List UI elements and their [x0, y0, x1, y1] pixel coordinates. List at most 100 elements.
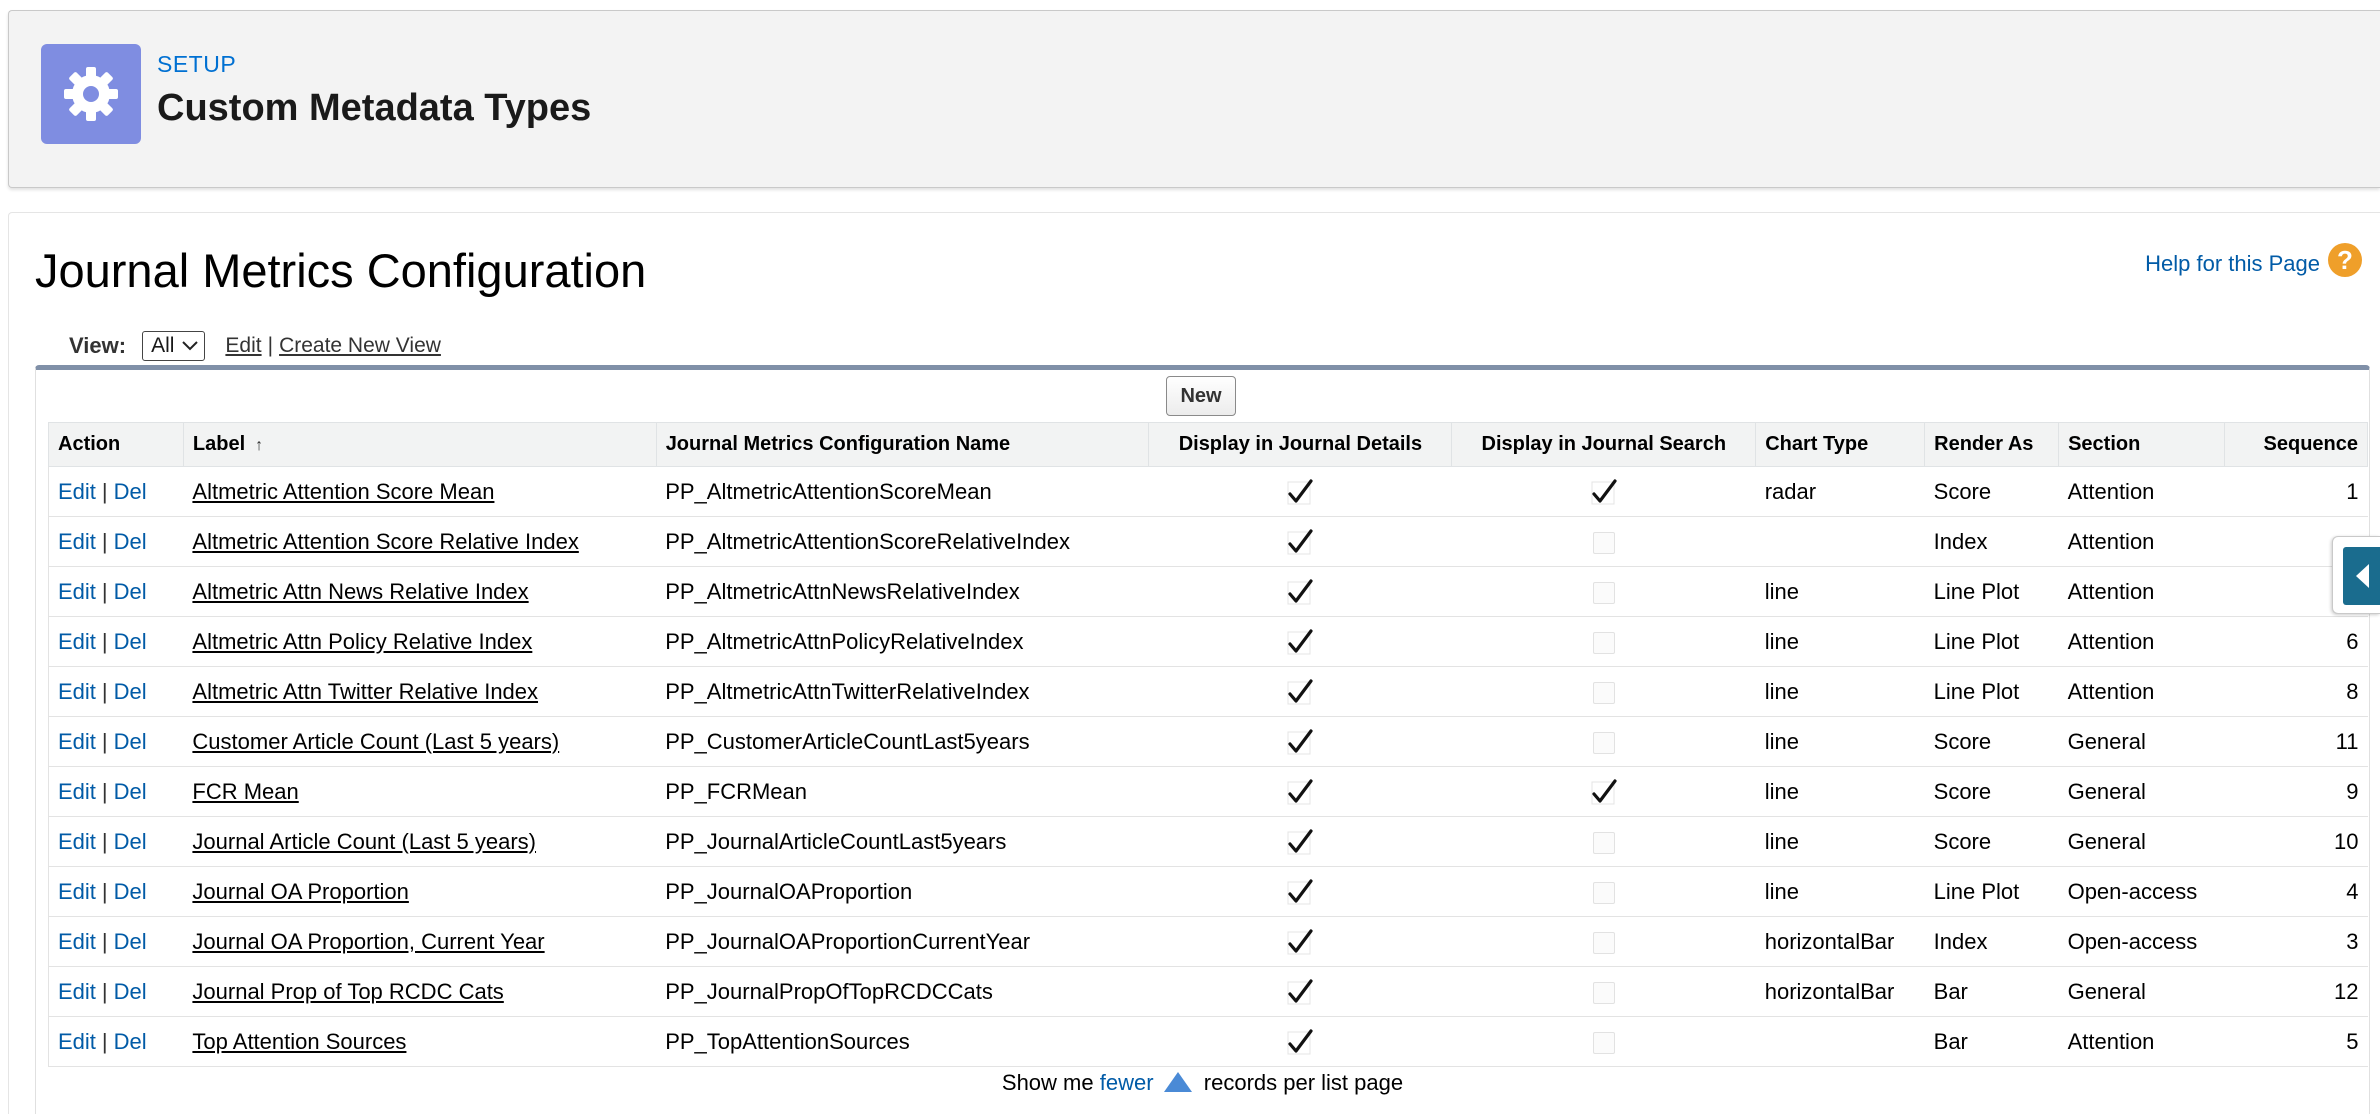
table-row: Edit | Del Altmetric Attn Policy Relative I…	[48, 616, 2368, 667]
record-label-link[interactable]: Top Attention Sources	[192, 1029, 406, 1054]
edit-row-link[interactable]: Edit	[58, 579, 96, 604]
action-separator: |	[101, 628, 108, 654]
row-actions: Edit | Del	[48, 716, 184, 767]
record-label-link[interactable]: Altmetric Attn News Relative Index	[192, 579, 528, 604]
column-header-display-search[interactable]: Display in Journal Search	[1451, 422, 1757, 467]
cell-chart-type: radar	[1755, 466, 1925, 517]
action-separator: |	[101, 678, 108, 704]
cell-display-search	[1451, 766, 1756, 817]
edit-row-link[interactable]: Edit	[58, 479, 96, 504]
action-separator: |	[101, 1028, 108, 1054]
cell-name: PP_AltmetricAttnPolicyRelativeIndex	[656, 616, 1149, 667]
column-header-render-as[interactable]: Render As	[1924, 422, 2060, 467]
delete-row-link[interactable]: Del	[114, 879, 147, 904]
cell-display-search	[1451, 666, 1756, 717]
column-header-label[interactable]: Label ↑	[182, 422, 657, 467]
create-new-view-link[interactable]: Create New View	[279, 334, 441, 358]
cell-chart-type: line	[1755, 616, 1925, 667]
cell-display-details	[1148, 716, 1452, 767]
cell-chart-type: horizontalBar	[1755, 966, 1925, 1017]
cell-label: Customer Article Count (Last 5 years)	[183, 716, 657, 767]
delete-row-link[interactable]: Del	[114, 929, 147, 954]
edit-view-link[interactable]: Edit	[225, 334, 261, 358]
record-label-link[interactable]: Journal OA Proportion	[192, 879, 408, 904]
edit-row-link[interactable]: Edit	[58, 629, 96, 654]
edit-row-link[interactable]: Edit	[58, 879, 96, 904]
edit-row-link[interactable]: Edit	[58, 679, 96, 704]
record-label-link[interactable]: Altmetric Attention Score Relative Index	[192, 529, 578, 554]
cell-display-details	[1148, 466, 1452, 517]
cell-sequence: 9	[2224, 766, 2368, 817]
edit-row-link[interactable]: Edit	[58, 529, 96, 554]
table-body: Edit | Del Altmetric Attention Score Mean PP…	[48, 466, 2368, 1067]
unchecked-box-icon	[1592, 581, 1615, 604]
delete-row-link[interactable]: Del	[114, 529, 147, 554]
delete-row-link[interactable]: Del	[114, 779, 147, 804]
edit-row-link[interactable]: Edit	[58, 779, 96, 804]
column-header-display-details[interactable]: Display in Journal Details	[1148, 422, 1453, 467]
delete-row-link[interactable]: Del	[114, 679, 147, 704]
delete-row-link[interactable]: Del	[114, 579, 147, 604]
show-fewer-link[interactable]: fewer	[1100, 1070, 1154, 1095]
table-row: Edit | Del Altmetric Attn Twitter Relative …	[48, 666, 2368, 717]
pager-prefix: Show me	[1001, 1070, 1094, 1095]
help-icon[interactable]: ?	[2328, 243, 2362, 277]
cell-display-details	[1148, 1016, 1452, 1067]
delete-row-link[interactable]: Del	[114, 629, 147, 654]
side-panel-toggle[interactable]	[2332, 536, 2380, 614]
cell-name: PP_JournalOAProportion	[656, 866, 1149, 917]
delete-row-link[interactable]: Del	[114, 479, 147, 504]
cell-name: PP_JournalPropOfTopRCDCCats	[656, 966, 1149, 1017]
triangle-up-icon[interactable]	[1163, 1072, 1192, 1092]
cell-name: PP_CustomerArticleCountLast5years	[656, 716, 1149, 767]
view-row: View: All Edit | Create New View	[69, 329, 441, 363]
record-label-link[interactable]: Journal OA Proportion, Current Year	[192, 929, 544, 954]
edit-row-link[interactable]: Edit	[58, 829, 96, 854]
cell-display-search	[1451, 616, 1756, 667]
checked-icon	[1285, 677, 1315, 707]
pager-suffix: records per list page	[1203, 1070, 1404, 1095]
new-button[interactable]: New	[1166, 376, 1236, 416]
edit-row-link[interactable]: Edit	[58, 1029, 96, 1054]
column-header-name[interactable]: Journal Metrics Configuration Name	[655, 422, 1150, 467]
cell-render-as: Score	[1924, 816, 2059, 867]
record-label-link[interactable]: Customer Article Count (Last 5 years)	[192, 729, 559, 754]
record-label-link[interactable]: Altmetric Attn Twitter Relative Index	[192, 679, 538, 704]
delete-row-link[interactable]: Del	[114, 729, 147, 754]
cell-render-as: Index	[1924, 916, 2059, 967]
delete-row-link[interactable]: Del	[114, 979, 147, 1004]
record-label-link[interactable]: Journal Prop of Top RCDC Cats	[192, 979, 503, 1004]
cell-section: Attention	[2058, 666, 2225, 717]
unchecked-box-icon	[1592, 881, 1615, 904]
unchecked-box-icon	[1592, 931, 1615, 954]
unchecked-box-icon	[1592, 531, 1615, 554]
help-link[interactable]: Help for this Page	[2145, 251, 2320, 277]
table-row: Edit | Del Customer Article Count (Last 5 y…	[48, 716, 2368, 767]
column-header-chart-type[interactable]: Chart Type	[1755, 422, 1926, 467]
record-label-link[interactable]: Altmetric Attn Policy Relative Index	[192, 629, 532, 654]
cell-display-details	[1148, 866, 1452, 917]
delete-row-link[interactable]: Del	[114, 829, 147, 854]
cell-chart-type: line	[1755, 666, 1925, 717]
edit-row-link[interactable]: Edit	[58, 729, 96, 754]
edit-row-link[interactable]: Edit	[58, 979, 96, 1004]
delete-row-link[interactable]: Del	[114, 1029, 147, 1054]
table-row: Edit | Del Altmetric Attention Score Relati…	[48, 516, 2368, 567]
row-actions: Edit | Del	[48, 466, 184, 517]
record-label-link[interactable]: Altmetric Attention Score Mean	[192, 479, 494, 504]
setup-eyebrow: SETUP	[157, 51, 237, 77]
checked-icon	[1589, 477, 1619, 507]
column-header-sequence[interactable]: Sequence	[2224, 422, 2368, 467]
record-label-link[interactable]: FCR Mean	[192, 779, 298, 804]
table-row: Edit | Del Altmetric Attention Score Mean PP…	[48, 466, 2368, 517]
record-label-link[interactable]: Journal Article Count (Last 5 years)	[192, 829, 536, 854]
view-select[interactable]: All	[142, 331, 206, 361]
cell-display-search	[1451, 516, 1756, 567]
edit-row-link[interactable]: Edit	[58, 929, 96, 954]
column-header-section[interactable]: Section	[2058, 422, 2226, 467]
checked-icon	[1285, 727, 1315, 757]
cell-render-as: Bar	[1924, 1016, 2059, 1067]
unchecked-box-icon	[1592, 831, 1615, 854]
view-label: View:	[69, 333, 127, 358]
table-row: Edit | Del Altmetric Attn News Relative Ind…	[48, 566, 2368, 617]
